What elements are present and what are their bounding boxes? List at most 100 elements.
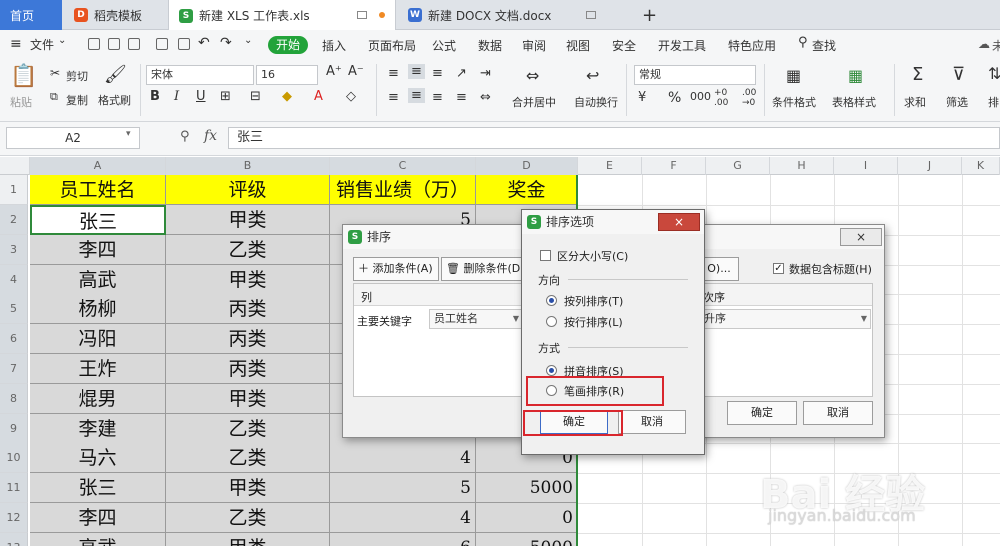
by-row-radio[interactable] xyxy=(546,316,557,327)
row-header[interactable]: 6 xyxy=(0,324,28,354)
indent-icon[interactable]: ⇥ xyxy=(480,66,491,81)
row-header[interactable]: 13 xyxy=(0,533,28,546)
conditional-format-button[interactable]: 条件格式 xyxy=(772,94,816,110)
header-cell[interactable]: 奖金 xyxy=(476,175,578,205)
align-center-icon[interactable]: ≡ xyxy=(408,88,425,103)
percent-button[interactable]: % xyxy=(668,90,681,106)
paste-button[interactable]: 粘贴 xyxy=(10,94,32,110)
table-cell[interactable]: 5 xyxy=(330,473,476,503)
font-shrink-icon[interactable]: A⁻ xyxy=(348,64,364,79)
menu-page-layout[interactable]: 页面布局 xyxy=(368,37,416,54)
align-middle-icon[interactable]: ≡ xyxy=(408,64,425,79)
table-cell[interactable]: 甲类 xyxy=(166,473,330,503)
tab-writer[interactable]: W 新建 DOCX 文档.docx xyxy=(398,0,626,30)
table-cell[interactable]: 高武 xyxy=(30,533,166,546)
options-button[interactable]: O)... xyxy=(699,257,739,281)
menu-right-cut[interactable]: 未 xyxy=(992,37,1000,54)
hamburger-icon[interactable]: ≡ xyxy=(10,36,22,52)
file-menu[interactable]: 文件 xyxy=(30,36,54,53)
cell-style-icon[interactable]: ⊟ xyxy=(250,89,261,104)
row-header[interactable]: 9 xyxy=(0,414,28,444)
table-cell[interactable]: 丙类 xyxy=(166,294,330,324)
row-header[interactable]: 7 xyxy=(0,354,28,384)
font-size-select[interactable]: 16 xyxy=(256,65,318,85)
fill-color-icon[interactable]: ◆ xyxy=(282,89,292,104)
select-all-corner[interactable] xyxy=(0,157,30,175)
font-grow-icon[interactable]: A⁺ xyxy=(326,64,342,79)
menu-security[interactable]: 安全 xyxy=(612,37,636,54)
table-cell[interactable]: 高武 xyxy=(30,265,166,295)
table-cell[interactable]: 丙类 xyxy=(166,354,330,384)
table-cell[interactable]: 乙类 xyxy=(166,235,330,265)
redo-icon[interactable]: ↷ xyxy=(220,35,232,51)
header-cell[interactable]: 员工姓名 xyxy=(30,175,166,205)
open-icon[interactable] xyxy=(88,38,100,50)
chevron-down-icon[interactable]: ⌄ xyxy=(58,35,66,46)
increase-decimal-icon[interactable]: +0.00 xyxy=(714,88,728,108)
table-cell[interactable]: 乙类 xyxy=(166,443,330,473)
table-cell[interactable]: 李建 xyxy=(30,414,166,444)
table-cell[interactable]: 王炸 xyxy=(30,354,166,384)
col-header-f[interactable]: F xyxy=(642,157,706,175)
tab-docer[interactable]: D 稻壳模板 xyxy=(64,0,166,30)
distributed-icon[interactable]: ⇔ xyxy=(480,90,491,105)
chevron-down-icon[interactable]: ▾ xyxy=(126,129,131,139)
underline-icon[interactable]: U xyxy=(196,89,206,104)
row-header[interactable]: 1 xyxy=(0,175,28,205)
cloud-icon[interactable]: ☁ xyxy=(978,37,990,51)
copy-icon[interactable]: ⧉ xyxy=(50,90,58,104)
primary-key-select[interactable]: 员工姓名 ▼ xyxy=(429,309,523,329)
tab-home[interactable]: 首页 xyxy=(0,0,62,30)
table-cell[interactable]: 张三 xyxy=(30,205,166,235)
align-right-icon[interactable]: ≡ xyxy=(432,90,443,105)
border-icon[interactable]: ⊞ xyxy=(220,89,231,104)
sort-button[interactable]: 排 xyxy=(988,94,999,110)
table-cell[interactable]: 乙类 xyxy=(166,414,330,444)
col-header-b[interactable]: B xyxy=(166,157,330,175)
sort-cancel-button[interactable]: 取消 xyxy=(803,401,873,425)
table-cell[interactable]: 甲类 xyxy=(166,533,330,546)
eraser-icon[interactable]: ◇ xyxy=(346,89,356,104)
col-header-g[interactable]: G xyxy=(706,157,770,175)
order-select[interactable]: 升序 ▼ xyxy=(699,309,871,329)
merge-center-button[interactable]: 合并居中 xyxy=(512,94,556,110)
row-header[interactable]: 8 xyxy=(0,384,28,414)
col-header-i[interactable]: I xyxy=(834,157,898,175)
align-bottom-icon[interactable]: ≡ xyxy=(432,66,443,81)
search-icon[interactable]: ⚲ xyxy=(798,35,808,50)
chevron-down-icon[interactable]: ⌄ xyxy=(244,35,252,46)
row-header[interactable]: 2 xyxy=(0,205,28,235)
window-icon[interactable] xyxy=(586,11,596,19)
scissors-icon[interactable]: ✂ xyxy=(50,66,60,80)
sort-dialog-close-button[interactable]: × xyxy=(840,228,882,246)
conditional-format-icon[interactable]: ▦ xyxy=(786,66,801,85)
menu-insert[interactable]: 插入 xyxy=(322,37,346,54)
pinyin-radio[interactable] xyxy=(546,365,557,376)
undo-icon[interactable]: ↶ xyxy=(198,35,210,51)
col-header-j[interactable]: J xyxy=(898,157,962,175)
header-cell[interactable]: 评级 xyxy=(166,175,330,205)
cut-button[interactable]: 剪切 xyxy=(66,68,88,84)
table-cell[interactable]: 6 xyxy=(330,533,476,546)
sigma-icon[interactable]: Σ xyxy=(912,64,923,85)
font-name-select[interactable]: 宋体 xyxy=(146,65,254,85)
paste-icon[interactable]: 📋 xyxy=(10,64,37,89)
number-format-select[interactable]: 常规 xyxy=(634,65,756,85)
row-header[interactable]: 3 xyxy=(0,235,28,265)
copy-button[interactable]: 复制 xyxy=(66,92,88,108)
bold-icon[interactable]: B xyxy=(150,89,160,104)
window-icon[interactable] xyxy=(357,11,367,19)
brush-icon[interactable]: 🖌 xyxy=(104,64,127,85)
align-left-icon[interactable]: ≡ xyxy=(388,90,399,105)
menu-special[interactable]: 特色应用 xyxy=(728,37,776,54)
table-cell[interactable]: 0 xyxy=(476,503,578,533)
col-header-a[interactable]: A xyxy=(30,157,166,175)
has-header-checkbox[interactable]: ✓ xyxy=(773,263,784,274)
col-header-c[interactable]: C xyxy=(330,157,476,175)
merge-icon[interactable]: ⇔ xyxy=(526,66,539,85)
menu-data[interactable]: 数据 xyxy=(478,37,502,54)
name-box[interactable]: A2 xyxy=(6,127,140,149)
italic-icon[interactable]: I xyxy=(174,89,179,104)
case-sensitive-checkbox[interactable] xyxy=(540,250,551,261)
currency-icon[interactable]: ¥ xyxy=(638,90,646,105)
